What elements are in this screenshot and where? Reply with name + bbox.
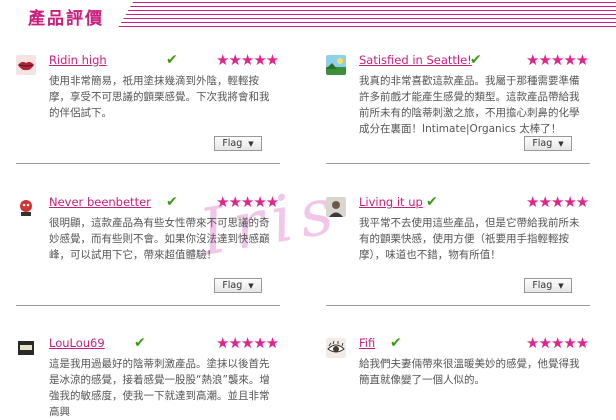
- reviewer-name-link[interactable]: Never beenbetter: [49, 195, 151, 209]
- reviewer-name-link[interactable]: Living it up: [359, 195, 423, 209]
- verified-check-icon: ✔: [134, 335, 146, 351]
- rating-stars: ★★★★★: [216, 51, 279, 69]
- divider: [326, 163, 590, 164]
- verified-check-icon: ✔: [470, 52, 482, 68]
- review-text: 給我們夫妻倆帶來很溫暖美妙的感覺，他覺得我簡直就像變了一個人似的。: [359, 358, 580, 386]
- rating-stars: ★★★★★: [216, 334, 279, 352]
- review-card: Fifi ✔ ★★★★★ 給我們夫妻倆帶來很溫暖美妙的感覺，他覺得我簡直就像變了…: [326, 334, 590, 400]
- reviewer-name-link[interactable]: Fifi: [359, 336, 375, 350]
- caret-down-icon: ▼: [558, 282, 564, 290]
- reviewer-name-link[interactable]: LouLou69: [49, 336, 105, 350]
- eye-avatar-icon: [326, 338, 346, 358]
- review-text: 我平常不去使用這些產品，但是它帶給我前所未有的顫栗快感，使用方便（祇要用手指輕輕…: [359, 217, 580, 261]
- flag-dropdown[interactable]: Flag ▼: [524, 278, 572, 293]
- rating-stars: ★★★★★: [526, 334, 589, 352]
- review-card: Satisfied in Seattle! ✔ ★★★★★ 我真的非常喜歡這款產…: [326, 51, 590, 168]
- flag-dropdown[interactable]: Flag ▼: [214, 136, 262, 151]
- caret-down-icon: ▼: [248, 140, 254, 148]
- caret-down-icon: ▼: [558, 140, 564, 148]
- reviewer-name-link[interactable]: Ridin high: [49, 53, 107, 67]
- flag-label: Flag: [222, 280, 243, 291]
- review-text: 這是我用過最好的陰蒂刺激產品。塗抹以後首先是冰涼的感覺，接着感覺一股股“熱浪”襲…: [49, 358, 270, 418]
- flag-dropdown[interactable]: Flag ▼: [524, 136, 572, 151]
- header-tab: 產品評價: [0, 0, 168, 30]
- verified-check-icon: ✔: [166, 194, 178, 210]
- review-card: Ridin high ✔ ★★★★★ 使用非常簡易，祇用塗抹幾滴到外陰，輕輕按摩…: [16, 51, 280, 168]
- mascot-avatar-icon: [16, 197, 36, 217]
- review-text: 很明顯，這款產品為有些女性帶來不可思議的奇妙感覺，而有些則不會。如果你沒法達到快…: [49, 217, 270, 261]
- review-card: LouLou69 ✔ ★★★★★ 這是我用過最好的陰蒂刺激產品。塗抹以後首先是冰…: [16, 334, 280, 418]
- divider: [326, 305, 590, 306]
- lips-avatar-icon: [16, 55, 36, 75]
- reviews-header: 產品評價: [0, 0, 616, 30]
- flag-label: Flag: [532, 280, 553, 291]
- review-card: Living it up ✔ ★★★★★ 我平常不去使用這些產品，但是它帶給我前…: [326, 193, 590, 310]
- divider: [16, 163, 280, 164]
- review-text: 使用非常簡易，祇用塗抹幾滴到外陰，輕輕按摩，享受不可思議的顫栗感覺。下次我將會和…: [49, 75, 270, 119]
- caret-down-icon: ▼: [248, 282, 254, 290]
- rating-stars: ★★★★★: [216, 193, 279, 211]
- landscape-avatar-icon: [326, 55, 346, 75]
- flag-dropdown[interactable]: Flag ▼: [214, 278, 262, 293]
- verified-check-icon: ✔: [426, 194, 438, 210]
- review-text: 我真的非常喜歡這款產品。我屬于那種需要準備許多前戲才能產生感覺的類型。這款產品帶…: [359, 75, 580, 135]
- verified-check-icon: ✔: [390, 335, 402, 351]
- badge-avatar-icon: [16, 338, 36, 358]
- verified-check-icon: ✔: [166, 52, 178, 68]
- rating-stars: ★★★★★: [526, 51, 589, 69]
- page-title: 產品評價: [28, 9, 104, 29]
- review-card: Never beenbetter ✔ ★★★★★ 很明顯，這款產品為有些女性帶來…: [16, 193, 280, 310]
- rating-stars: ★★★★★: [526, 193, 589, 211]
- flag-label: Flag: [532, 138, 553, 149]
- divider: [16, 305, 280, 306]
- reviewer-name-link[interactable]: Satisfied in Seattle!: [359, 53, 472, 67]
- flag-label: Flag: [222, 138, 243, 149]
- portrait-avatar-icon: [326, 197, 346, 217]
